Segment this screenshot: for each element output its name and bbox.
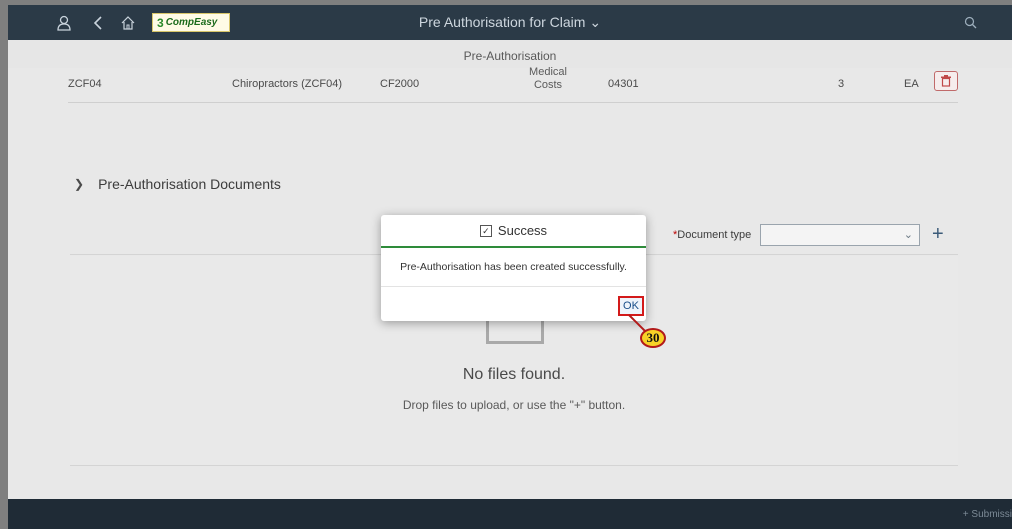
app-title[interactable]: Pre Authorisation for Claim ⌄ — [419, 14, 601, 30]
app-title-text: Pre Authorisation for Claim — [418, 14, 586, 30]
document-type-label: *Document type — [673, 229, 751, 241]
item-category-line2: Costs — [533, 79, 563, 91]
item-category-line1: Medical — [529, 66, 567, 75]
page-subheader: Pre-Authorisation — [8, 40, 1012, 68]
empty-title: No files found. — [462, 366, 566, 383]
back-icon[interactable] — [88, 5, 108, 40]
item-tariff: 04301 — [608, 78, 639, 90]
success-dialog: ✓ Success Pre-Authorisation has been cre… — [381, 215, 646, 321]
submit-label: Submissi — [971, 509, 1012, 520]
logo-mark-icon: 3 — [157, 15, 164, 30]
company-logo[interactable]: 3 CompEasy — [152, 13, 230, 32]
add-document-button[interactable]: + — [932, 223, 944, 245]
checkbox-checked-icon: ✓ — [479, 224, 492, 237]
footer-bar: + Submissi — [8, 499, 1012, 529]
documents-section-header[interactable]: ❯ Pre-Authorisation Documents — [74, 176, 281, 192]
submit-button[interactable]: + Submissi — [963, 509, 1012, 520]
dialog-title: Success — [497, 223, 548, 238]
item-unit: EA — [904, 78, 919, 90]
chevron-down-icon: ⌄ — [589, 14, 602, 30]
section-title: Pre-Authorisation Documents — [98, 176, 281, 192]
step-badge: 30 — [640, 328, 666, 348]
item-code: ZCF04 — [68, 78, 102, 90]
item-description: Chiropractors (ZCF04) — [232, 78, 343, 90]
item-quantity: 3 — [838, 78, 845, 90]
dialog-header: ✓ Success — [381, 215, 646, 248]
user-icon[interactable] — [54, 5, 74, 40]
search-icon[interactable] — [960, 5, 980, 40]
trash-icon — [941, 75, 951, 87]
shell-bar: 3 CompEasy Pre Authorisation for Claim ⌄ — [8, 5, 1012, 40]
empty-hint: Drop files to upload, or use the "+" but… — [402, 398, 626, 412]
document-type-select[interactable]: ⌄ — [760, 224, 920, 246]
chevron-down-icon[interactable]: ❯ — [74, 177, 84, 191]
logo-text: CompEasy — [165, 17, 218, 28]
document-type-label-text: Document type — [677, 229, 752, 241]
chevron-down-icon[interactable]: ⌄ — [904, 228, 913, 241]
delete-button[interactable] — [934, 71, 958, 91]
home-icon[interactable] — [118, 5, 138, 40]
item-category: Medical Costs — [518, 66, 578, 92]
dialog-message: Pre-Authorisation has been created succe… — [381, 248, 646, 287]
item-reference: CF2000 — [380, 78, 420, 90]
table-row[interactable]: ZCF04 Chiropractors (ZCF04) CF2000 Medic… — [68, 66, 958, 103]
